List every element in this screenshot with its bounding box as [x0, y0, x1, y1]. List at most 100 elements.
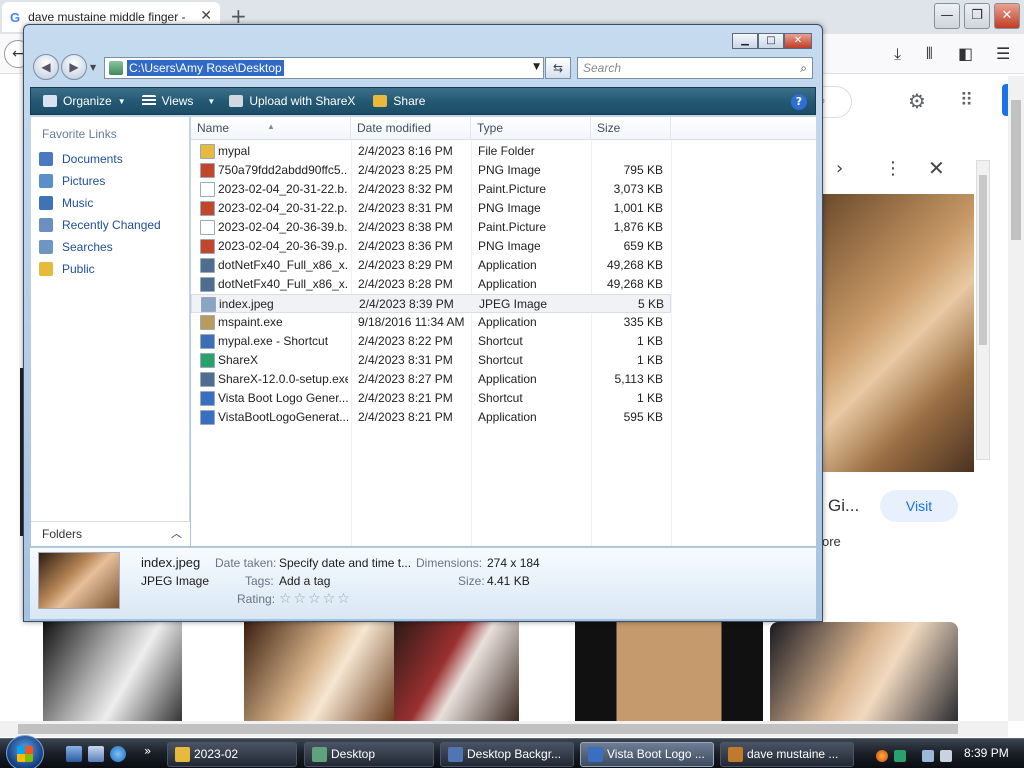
file-thumbnail[interactable] [38, 552, 120, 609]
visit-button[interactable]: Visit [880, 490, 958, 522]
show-desktop-icon[interactable] [66, 746, 82, 762]
image-result[interactable] [244, 622, 394, 722]
column-size[interactable]: Size [591, 117, 671, 140]
history-dropdown-icon[interactable]: ▼ [90, 63, 96, 72]
tab-close-icon[interactable]: ✕ [200, 8, 212, 24]
sidebar-icon[interactable]: ◧ [958, 44, 973, 63]
sharex-tray-icon[interactable] [894, 750, 906, 762]
file-row[interactable]: dotNetFx40_Full_x86_x... 2/4/2023 8:29 PM… [191, 256, 671, 275]
file-row[interactable]: VistaBootLogoGenerat... 2/4/2023 8:21 PM A… [191, 408, 671, 427]
taskbar-button[interactable]: Desktop Backgr... [440, 742, 574, 767]
preview-image[interactable] [822, 194, 974, 472]
image-result[interactable] [394, 622, 519, 722]
file-row[interactable]: ShareX-12.0.0-setup.exe 2/4/2023 8:27 PM A… [191, 370, 671, 389]
file-row[interactable]: mspaint.exe 9/18/2016 11:34 AM Application… [191, 313, 671, 332]
image-result[interactable] [43, 622, 182, 722]
file-row[interactable]: 750a79fdd2abdd90ffc5... 2/4/2023 8:25 PM P… [191, 161, 671, 180]
refresh-button[interactable]: ⇆ [545, 57, 571, 79]
switch-windows-icon[interactable] [88, 746, 104, 762]
nav-item-pictures[interactable]: Pictures [39, 174, 105, 188]
more-options-icon[interactable]: ⋮ [884, 158, 902, 179]
file-date: 2/4/2023 8:32 PM [358, 182, 453, 196]
file-row[interactable]: mypal 2/4/2023 8:16 PM File Folder [191, 142, 671, 161]
music-icon [39, 196, 53, 210]
network-icon[interactable] [922, 750, 934, 762]
details-filename: index.jpeg [141, 555, 201, 570]
nav-item-recently-changed[interactable]: Recently Changed [39, 218, 161, 232]
upload-sharex-button[interactable]: Upload with ShareX [229, 94, 355, 108]
library-icon[interactable]: ⫴ [926, 44, 933, 64]
file-row[interactable]: ShareX 2/4/2023 8:31 PM Shortcut 1 KB [191, 351, 671, 370]
organize-button[interactable]: Organize ▼ [43, 94, 126, 108]
share-button[interactable]: Share [373, 94, 425, 108]
rating-stars[interactable]: ☆☆☆☆☆ [279, 591, 352, 607]
taskbar-button[interactable]: Desktop [304, 742, 434, 767]
tags-value[interactable]: Add a tag [279, 574, 330, 588]
close-preview-icon[interactable]: ✕ [928, 156, 945, 180]
taskbar-button[interactable]: 2023-02 [167, 742, 297, 767]
file-type: Application [478, 315, 537, 329]
download-icon[interactable]: ⤓ [894, 44, 901, 64]
explorer-minimize-button[interactable]: ▁ [732, 33, 758, 49]
clock[interactable]: 8:39 PM [964, 746, 1009, 760]
file-row[interactable]: 2023-02-04_20-31-22.p... 2/4/2023 8:31 PM… [191, 199, 671, 218]
views-button[interactable]: Views ▼ [141, 94, 215, 108]
browser-close-button[interactable]: ✕ [994, 3, 1020, 29]
help-icon[interactable]: ? [791, 94, 807, 110]
page-horizontal-scrollbar[interactable] [0, 721, 1008, 737]
file-row[interactable]: 2023-02-04_20-31-22.b... 2/4/2023 8:32 PM… [191, 180, 671, 199]
preview-scrollbar[interactable] [976, 160, 990, 460]
nav-item-searches[interactable]: Searches [39, 240, 113, 254]
preview-site-title[interactable]: Gi... [828, 496, 859, 516]
volume-muted-icon[interactable] [940, 750, 952, 762]
google-apps-icon[interactable]: ⠿ [960, 90, 973, 111]
file-row[interactable]: dotNetFx40_Full_x86_x... 2/4/2023 8:28 PM… [191, 275, 671, 294]
page-vertical-scrollbar[interactable] [1008, 76, 1024, 721]
search-icon[interactable]: ⌕ [800, 58, 807, 78]
date-taken-label: Date taken: [215, 556, 277, 570]
quick-launch-more-icon[interactable]: » [144, 744, 151, 758]
file-size: 1,876 KB [613, 220, 663, 234]
folders-label: Folders [42, 527, 83, 541]
nav-item-documents[interactable]: Documents [39, 152, 123, 166]
file-row[interactable]: index.jpeg 2/4/2023 8:39 PM JPEG Image 5 KB [191, 294, 671, 313]
more-link[interactable]: ore [822, 534, 841, 549]
search-input[interactable]: Search ⌕ [577, 57, 813, 79]
nav-item-public[interactable]: Public [39, 262, 95, 276]
internet-explorer-icon[interactable] [110, 746, 126, 762]
date-taken-value[interactable]: Specify date and time t... [279, 556, 411, 570]
settings-gear-icon[interactable]: ⚙ [908, 89, 926, 113]
firefox-tray-icon[interactable] [876, 750, 888, 762]
column-date[interactable]: Date modified [351, 117, 471, 140]
address-dropdown-icon[interactable]: ▼ [533, 62, 540, 72]
file-type: PNG Image [478, 163, 541, 177]
image-result[interactable] [575, 622, 763, 722]
file-row[interactable]: 2023-02-04_20-36-39.p... 2/4/2023 8:36 PM… [191, 237, 671, 256]
column-name[interactable]: Name ▲ [191, 117, 351, 140]
file-row[interactable]: Vista Boot Logo Gener... 2/4/2023 8:21 PM… [191, 389, 671, 408]
address-path[interactable]: C:\Users\Amy Rose\Desktop [127, 60, 284, 76]
folders-toggle[interactable]: Folders ︿ [31, 521, 190, 546]
file-row[interactable]: mypal.exe - Shortcut 2/4/2023 8:22 PM Shor… [191, 332, 671, 351]
taskbar: » 2023-02 Desktop Desktop Backgr... Vista B… [0, 735, 1024, 768]
taskbar-button[interactable]: dave mustaine ... [720, 742, 854, 767]
start-button[interactable] [6, 735, 44, 768]
address-bar[interactable]: C:\Users\Amy Rose\Desktop ▼ [104, 57, 544, 79]
explorer-back-icon[interactable]: ◀ [33, 54, 59, 80]
nav-item-music[interactable]: Music [39, 196, 93, 210]
taskbar-button-label: Vista Boot Logo ... [607, 747, 705, 761]
browser-minimize-button[interactable]: — [934, 3, 960, 29]
chevron-up-icon[interactable]: ︿ [171, 525, 182, 541]
image-result[interactable] [770, 622, 958, 722]
column-type[interactable]: Type [471, 117, 591, 140]
menu-icon[interactable]: ☰ [996, 44, 1010, 63]
browser-restore-button[interactable]: ❐ [964, 3, 990, 29]
explorer-forward-icon[interactable]: ▶ [61, 54, 87, 80]
next-image-chevron-icon[interactable]: › [836, 158, 843, 179]
browser-tab-title: dave mustaine middle finger - [28, 10, 186, 24]
taskbar-button[interactable]: Vista Boot Logo ... [580, 742, 714, 767]
file-type-icon [200, 182, 215, 197]
explorer-maximize-button[interactable]: □ [758, 33, 784, 49]
explorer-close-button[interactable]: ✕ [784, 33, 812, 49]
file-row[interactable]: 2023-02-04_20-36-39.b... 2/4/2023 8:38 PM… [191, 218, 671, 237]
